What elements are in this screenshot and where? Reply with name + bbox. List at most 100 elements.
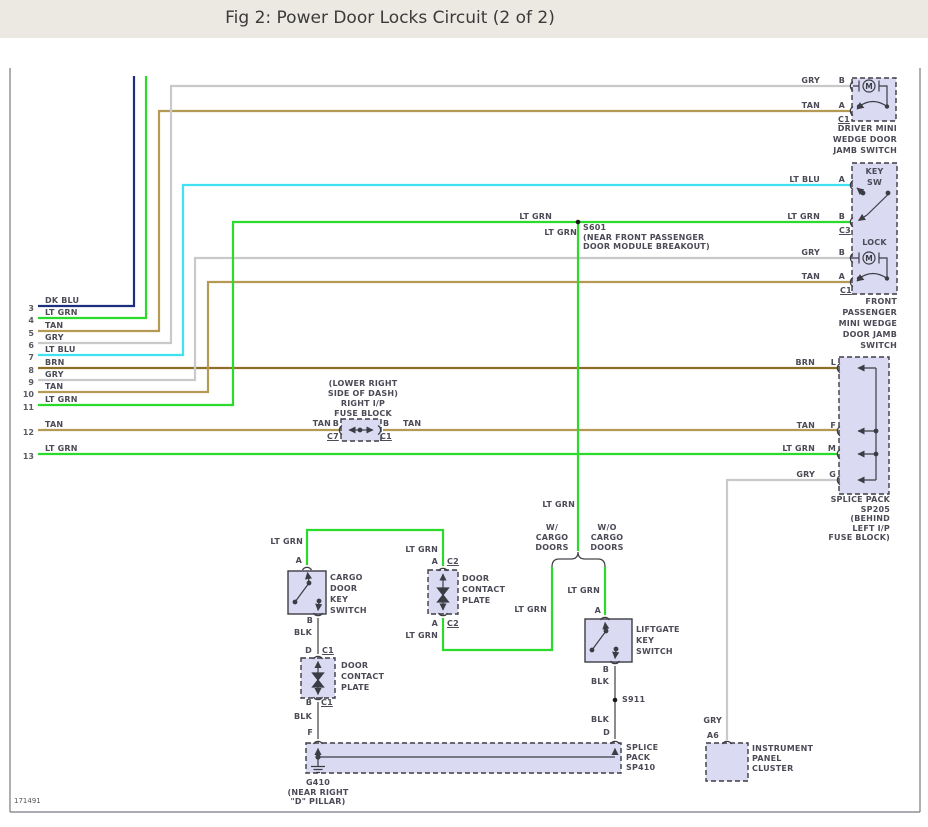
wire-label: TAN (45, 320, 63, 331)
pin-label: B (333, 418, 339, 429)
wire-label: TAN (802, 271, 820, 282)
pin-label: A (296, 555, 302, 566)
wiring-diagram-page: Fig 2: Power Door Locks Circuit (2 of 2) (0, 0, 928, 827)
wire-label: GRY (45, 332, 64, 343)
pin-number: 3 (28, 304, 34, 313)
wire-label: GRY (45, 369, 64, 380)
pin-label: F (307, 727, 313, 738)
ground-label: G410 (NEAR RIGHT "D" PILLAR) (268, 778, 368, 807)
splice-s911-dot (613, 698, 618, 703)
liftgate-key-switch-box (585, 619, 632, 662)
component-label: (LOWER RIGHT SIDE OF DASH) RIGHT I/P FUS… (302, 379, 424, 419)
pin-label: A (595, 605, 601, 616)
wire-label: LT GRN (514, 604, 547, 615)
figure-code: 171491 (14, 797, 41, 805)
wire-label: TAN (403, 418, 421, 429)
pin-number: 13 (23, 452, 34, 461)
component-label: DOOR CONTACT PLATE (462, 573, 505, 606)
pin-label: B (383, 418, 389, 429)
option-label: W/O CARGO DOORS (582, 523, 632, 553)
wire-label: BRN (795, 357, 815, 368)
pin-label: A (839, 174, 845, 185)
splice-label: S911 (622, 694, 645, 705)
wire-label: GRY (796, 469, 815, 480)
wire-label: LT GRN (542, 499, 575, 510)
splice-s601-dot (576, 220, 581, 225)
wire-label: LT GRN (782, 443, 815, 454)
wire-dkblu-pin3 (38, 76, 134, 306)
wire-label: GRY (801, 247, 820, 258)
connector-label: C7 (327, 431, 339, 442)
pin-label: B (839, 75, 845, 86)
pin-label: M (828, 443, 836, 454)
cargo-key-switch-box (288, 571, 326, 614)
wire-label: BLK (591, 714, 609, 725)
component-label: DRIVER MINI WEDGE DOOR JAMB SWITCH (833, 123, 897, 156)
pin-number: 9 (28, 378, 34, 387)
component-label: LOCK (852, 237, 897, 248)
wire-label: LT GRN (787, 211, 820, 222)
wire-label: TAN (802, 100, 820, 111)
pin-number: 11 (23, 403, 34, 412)
component-label: FRONT PASSENGER MINI WEDGE DOOR JAMB SWI… (839, 296, 897, 351)
component-label: DOOR CONTACT PLATE (341, 660, 384, 693)
component-label: KEY SW (852, 166, 897, 188)
pin-label: B (603, 664, 609, 675)
pin-label: A (839, 100, 845, 111)
component-label: SPLICE PACK SP205 (BEHIND LEFT I/P FUSE … (828, 495, 890, 543)
pin-number: 5 (28, 329, 34, 338)
lock-motor-letter: M (865, 254, 872, 263)
sp205-splice-pack-box (839, 357, 889, 494)
pin-label: A (432, 618, 438, 629)
wire-label: LT GRN (567, 585, 600, 596)
wire-label: TAN (45, 381, 63, 392)
pin-number: 12 (23, 428, 34, 437)
wire-ltgrn-pin4 (38, 76, 146, 318)
pin-label: F (830, 420, 836, 431)
component-label: LIFTGATE KEY SWITCH (636, 624, 680, 657)
pin-label: L (831, 357, 836, 368)
pin-number: 10 (23, 390, 34, 399)
wire-label: LT BLU (789, 174, 820, 185)
component-label: INSTRUMENT PANEL CLUSTER (752, 744, 813, 774)
connector-label: C1 (380, 431, 392, 442)
wire-label: LT GRN (45, 307, 78, 318)
connector-label: C2 (447, 556, 459, 567)
connector-label: C2 (447, 618, 459, 629)
branch-brace (552, 552, 605, 567)
connector-label: C1 (321, 697, 333, 708)
pin-label: D (305, 645, 312, 656)
connector-label: C1 (840, 285, 852, 296)
pin-label: G (829, 469, 836, 480)
pin-number: 4 (28, 316, 34, 325)
pin-label: A (839, 271, 845, 282)
pin-label: A (432, 556, 438, 567)
sp410-splice-pack-box (306, 743, 621, 773)
pin-number: 8 (28, 366, 34, 375)
splice-label: S601 (NEAR FRONT PASSENGER DOOR MODULE B… (583, 223, 710, 252)
wire-label: GRY (801, 75, 820, 86)
wire-label: LT GRN (405, 544, 438, 555)
pin-label: B (307, 615, 313, 626)
wire-label: TAN (797, 420, 815, 431)
connector-label: C3 (839, 225, 851, 236)
wire-label: BLK (294, 627, 312, 638)
component-label: SPLICE PACK SP410 (626, 743, 658, 773)
wires (38, 76, 850, 740)
wire-label: LT GRN (519, 211, 552, 222)
connector-label: C1 (322, 645, 334, 656)
wire-label: LT GRN (270, 536, 303, 547)
pin-number: 6 (28, 341, 34, 350)
wire-label: LT GRN (45, 443, 78, 454)
driver-motor-letter: M (865, 82, 872, 91)
wire-label: LT GRN (405, 630, 438, 641)
wire-label: BRN (45, 357, 65, 368)
component-label: CARGO DOOR KEY SWITCH (330, 572, 367, 616)
wire-label: LT GRN (45, 394, 78, 405)
wire-label: GRY (703, 715, 722, 726)
wire-label: LT GRN (544, 227, 577, 238)
pin-label: A6 (707, 730, 719, 741)
option-label: W/ CARGO DOORS (527, 523, 577, 553)
pin-number: 7 (28, 353, 34, 362)
wire-label: TAN (45, 419, 63, 430)
